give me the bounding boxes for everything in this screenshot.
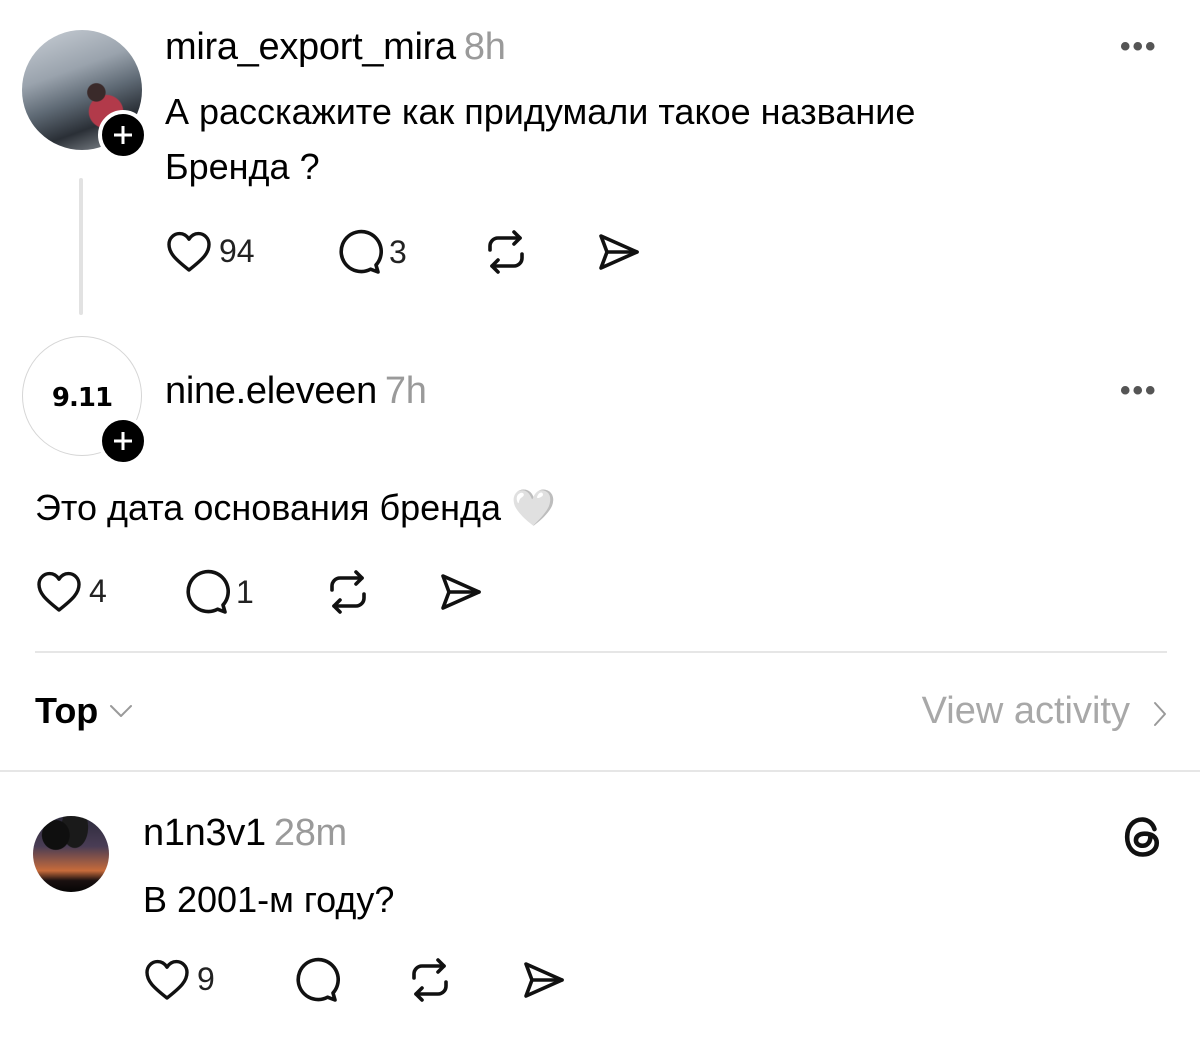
timestamp: 8h — [463, 26, 506, 68]
follow-plus-button[interactable] — [98, 110, 148, 160]
reply-button[interactable] — [292, 956, 340, 1004]
share-icon — [599, 234, 639, 270]
more-options-button[interactable]: ••• — [1120, 374, 1158, 408]
share-button[interactable] — [595, 228, 643, 276]
username[interactable]: mira_export_mira — [165, 26, 456, 68]
timestamp: 28m — [273, 812, 347, 854]
like-count: 94 — [219, 232, 255, 269]
comment-text-line: А расскажите как придумали такое названи… — [165, 91, 916, 132]
brand-logo: 9.11 — [51, 383, 113, 413]
repost-icon — [412, 958, 448, 1002]
like-button[interactable]: 4 — [35, 568, 107, 614]
reply-count: 3 — [389, 233, 407, 270]
share-icon — [524, 962, 564, 998]
reply-button[interactable]: 3 — [335, 228, 407, 276]
comment-text: А расскажите как придумали такое названи… — [165, 84, 915, 194]
heart-icon — [37, 571, 81, 612]
sort-dropdown[interactable]: Top — [35, 690, 134, 732]
view-activity-link[interactable]: View activity — [922, 690, 1130, 733]
threads-logo-icon[interactable] — [1118, 812, 1168, 862]
like-count: 4 — [89, 572, 107, 609]
sort-label: Top — [35, 690, 99, 731]
follow-plus-button[interactable] — [98, 416, 148, 466]
heart-icon — [167, 231, 211, 272]
like-button[interactable]: 9 — [143, 956, 215, 1002]
repost-icon — [330, 570, 366, 614]
heart-icon — [145, 959, 189, 1000]
reply-count: 1 — [236, 573, 254, 610]
divider — [0, 770, 1200, 772]
more-options-button[interactable]: ••• — [1120, 30, 1158, 64]
comment-icon — [296, 957, 340, 1002]
comment-text: В 2001-м году? — [143, 879, 395, 920]
username[interactable]: n1n3v1 — [143, 812, 266, 854]
comment-text-line: Бренда ? — [165, 146, 320, 187]
comment-header: n1n3v1 28m — [143, 812, 347, 855]
comment-text: Это дата основания бренда 🤍 — [35, 487, 556, 528]
comment-icon — [186, 569, 230, 614]
avatar-n1n3v1[interactable] — [33, 816, 109, 892]
like-count: 9 — [197, 960, 215, 997]
chevron-down-icon — [110, 705, 133, 717]
repost-button[interactable] — [406, 956, 454, 1004]
share-button[interactable] — [437, 568, 485, 616]
chevron-right-icon[interactable] — [1152, 700, 1168, 728]
share-button[interactable] — [520, 956, 568, 1004]
comment-header: nine.eleveen 7h — [165, 370, 427, 413]
reply-button[interactable]: 1 — [182, 568, 254, 616]
comment-header: mira_export_mira 8h — [165, 26, 506, 69]
username[interactable]: nine.eleveen — [165, 370, 377, 412]
timestamp: 7h — [384, 370, 427, 412]
comment-icon — [339, 229, 383, 274]
divider — [35, 651, 1167, 653]
share-icon — [441, 574, 481, 610]
like-button[interactable]: 94 — [165, 228, 255, 274]
repost-button[interactable] — [324, 568, 372, 616]
repost-button[interactable] — [482, 228, 530, 276]
repost-icon — [488, 230, 524, 274]
thread-connector-line — [79, 178, 83, 315]
